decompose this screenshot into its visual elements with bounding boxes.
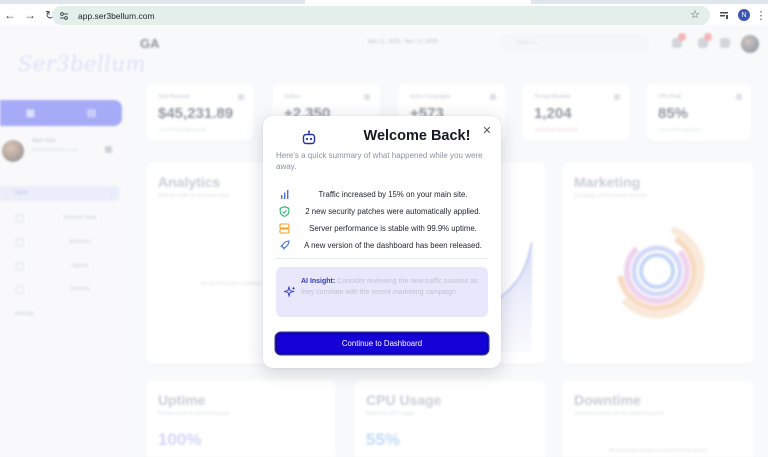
update-text: 2 new security patches were automaticall… (305, 207, 481, 216)
close-icon[interactable]: ✕ (481, 124, 493, 137)
update-list: Traffic increased by 15% on your main si… (275, 187, 489, 255)
bookmark-star-icon[interactable]: ☆ (690, 8, 700, 21)
url-text: app.ser3bellum.com (78, 10, 155, 21)
browser-menu-icon[interactable]: ⋮ (754, 5, 768, 25)
site-settings-icon[interactable] (58, 10, 70, 22)
address-bar[interactable]: app.ser3bellum.com ☆ (52, 6, 710, 25)
ai-insight-label: AI Insight: (301, 278, 336, 285)
divider (276, 258, 488, 259)
profile-avatar[interactable]: N (738, 9, 750, 21)
list-item: 2 new security patches were automaticall… (275, 204, 489, 221)
ai-insight-text: AI Insight: Consider reviewing the new t… (301, 277, 481, 298)
extensions-icon[interactable] (714, 5, 734, 25)
browser-toolbar: ← → ↻ app.ser3bellum.com ☆ N ⋮ (0, 4, 768, 26)
continue-to-dashboard-button[interactable]: Continue to Dashboard (276, 333, 488, 354)
update-text: A new version of the dashboard has been … (304, 241, 482, 250)
modal-subtitle: Here's a quick summary of what happened … (276, 151, 483, 171)
list-item: A new version of the dashboard has been … (275, 238, 489, 255)
forward-icon[interactable]: → (20, 5, 40, 25)
list-item: Traffic increased by 15% on your main si… (275, 187, 489, 204)
ai-insight-box: AI Insight: Consider reviewing the new t… (276, 267, 488, 317)
update-text: Server performance is stable with 99.9% … (309, 224, 477, 233)
welcome-modal: Welcome Back! ✕ Here's a quick summary o… (263, 116, 501, 368)
update-text: Traffic increased by 15% on your main si… (318, 190, 468, 199)
back-icon[interactable]: ← (0, 5, 20, 25)
sparkles-icon (284, 286, 296, 298)
modal-title: Welcome Back! (363, 128, 471, 144)
list-item: Server performance is stable with 99.9% … (275, 221, 489, 238)
